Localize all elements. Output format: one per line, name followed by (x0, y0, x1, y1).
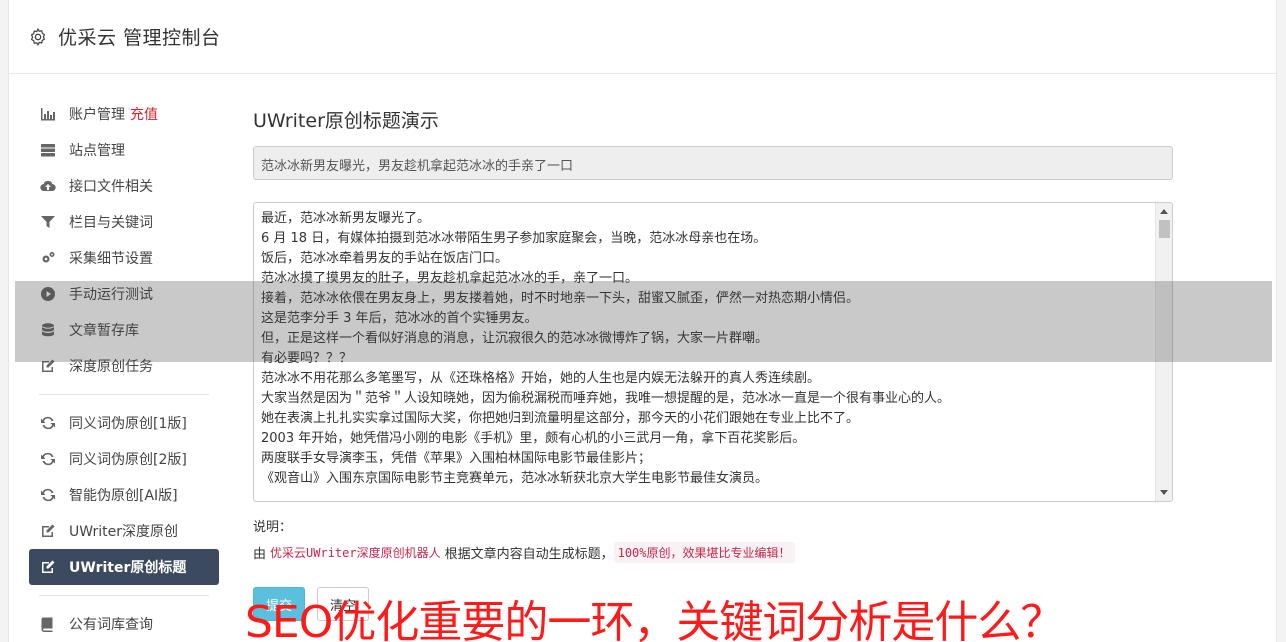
sidebar-item-label: 智能伪原创[AI版] (69, 488, 178, 504)
overlay-band (15, 281, 1272, 362)
sidebar-item[interactable]: 采集细节设置 (29, 240, 219, 276)
content-line: 最近，范冰冰新男友曝光了。 (261, 211, 431, 226)
scroll-down-arrow-icon[interactable] (1160, 490, 1168, 495)
sidebar-nav: 账户管理 充值 站点管理 接口文件相关 栏目与关键词 采集细节设置 手动运行测试 文章暂存库深… (29, 96, 219, 642)
cogs-icon (39, 250, 57, 266)
sidebar-item[interactable]: 栏目与关键词 (29, 204, 219, 240)
content-line: 2003 年开始，她凭借冯小刚的电影《手机》里，颇有心机的小三武月一角，拿下百花… (261, 431, 806, 446)
sidebar-item[interactable]: 站点管理 (29, 132, 219, 168)
sidebar-item[interactable]: 接口文件相关 (29, 168, 219, 204)
content-line: 范冰冰不用花那么多笔墨写，从《还珠格格》开始，她的人生也是内娱无法躲开的真人秀连… (261, 371, 821, 386)
sidebar-divider (39, 394, 209, 395)
sidebar-item-label: 栏目与关键词 (69, 215, 153, 231)
content-line: 大家当然是因为＂范爷＂人设知晓她，因为偷税漏税而唾弃她，我唯一想提醒的是，范冰冰… (261, 391, 951, 406)
filter-icon (39, 214, 57, 230)
sidebar-item[interactable]: UWriter深度原创 (29, 513, 219, 549)
content-line: 《观音山》入围东京国际电影节主竞赛单元，范冰冰斩获北京大学生电影节最佳女演员。 (261, 471, 769, 486)
gear-icon (30, 27, 46, 46)
sidebar-item-label: 账户管理 (69, 107, 125, 123)
section-heading: UWriter原创标题演示 (253, 110, 439, 132)
page-title: 优采云 管理控制台 (58, 27, 221, 49)
description-line: 由 优采云UWriter深度原创机器人 根据文章内容自动生成标题， 100%原创… (253, 542, 1173, 563)
description-label: 说明： (253, 520, 293, 535)
scroll-thumb[interactable] (1159, 220, 1170, 238)
sidebar-item[interactable]: 账户管理 充值 (29, 96, 219, 132)
sidebar-item[interactable]: 同义词伪原创[2版] (29, 441, 219, 477)
content-line: 饭后，范冰冰牵着男友的手站在饭店门口。 (261, 251, 509, 266)
recharge-link[interactable]: 充值 (130, 104, 158, 124)
content-line: 6 月 18 日，有媒体拍摄到范冰冰带陌生男子参加家庭聚会，当晚，范冰冰母亲也在… (261, 231, 767, 246)
content-line: 两度联手女导演李玉，凭借《苹果》入围柏林国际电影节最佳影片； (261, 451, 652, 466)
sidebar-item-label: UWriter深度原创 (69, 524, 178, 540)
description-prefix: 由 (253, 547, 267, 562)
top-bar: 优采云 管理控制台 (9, 0, 1276, 74)
sidebar-item-label: 站点管理 (69, 143, 125, 159)
scroll-up-arrow-icon[interactable] (1160, 209, 1168, 214)
sidebar-item-label: 接口文件相关 (69, 179, 153, 195)
generated-title-field[interactable]: 范冰冰新男友曝光，男友趁机拿起范冰冰的手亲了一口 (253, 146, 1173, 180)
cloud-upload-icon (39, 178, 57, 194)
sidebar-item[interactable]: 公有词库查询 (29, 606, 219, 642)
sidebar-item-label: 同义词伪原创[2版] (69, 452, 187, 468)
sidebar-item[interactable]: 同义词伪原创[1版] (29, 405, 219, 441)
bar-chart-icon (39, 106, 57, 122)
sidebar-item-label: 公有词库查询 (69, 617, 153, 633)
description-middle: 根据文章内容自动生成标题， (444, 547, 614, 562)
sidebar-item[interactable]: UWriter原创标题 (29, 549, 219, 585)
refresh-icon (39, 451, 57, 467)
originality-badge: 100%原创，效果堪比专业编辑！ (613, 542, 795, 563)
sidebar-item[interactable]: 智能伪原创[AI版] (29, 477, 219, 513)
watermark-text: SEO优化重要的一环，关键词分析是什么？ (245, 597, 1064, 642)
sidebar-item-label: 同义词伪原创[1版] (69, 416, 187, 432)
edit-icon (39, 523, 57, 539)
server-icon (39, 142, 57, 158)
uwriter-robot-link[interactable]: 优采云UWriter深度原创机器人 (270, 544, 441, 561)
refresh-icon (39, 487, 57, 503)
sidebar-divider (39, 595, 209, 596)
sidebar-item-label: 采集细节设置 (69, 251, 153, 267)
book-icon (39, 616, 57, 632)
edit-icon (39, 559, 57, 575)
refresh-icon (39, 415, 57, 431)
content-line: 她在表演上扎扎实实拿过国际大奖，你把她归到流量明星这部分，那今天的小花们跟她在专… (261, 411, 860, 426)
sidebar-item-label: UWriter原创标题 (69, 560, 187, 576)
